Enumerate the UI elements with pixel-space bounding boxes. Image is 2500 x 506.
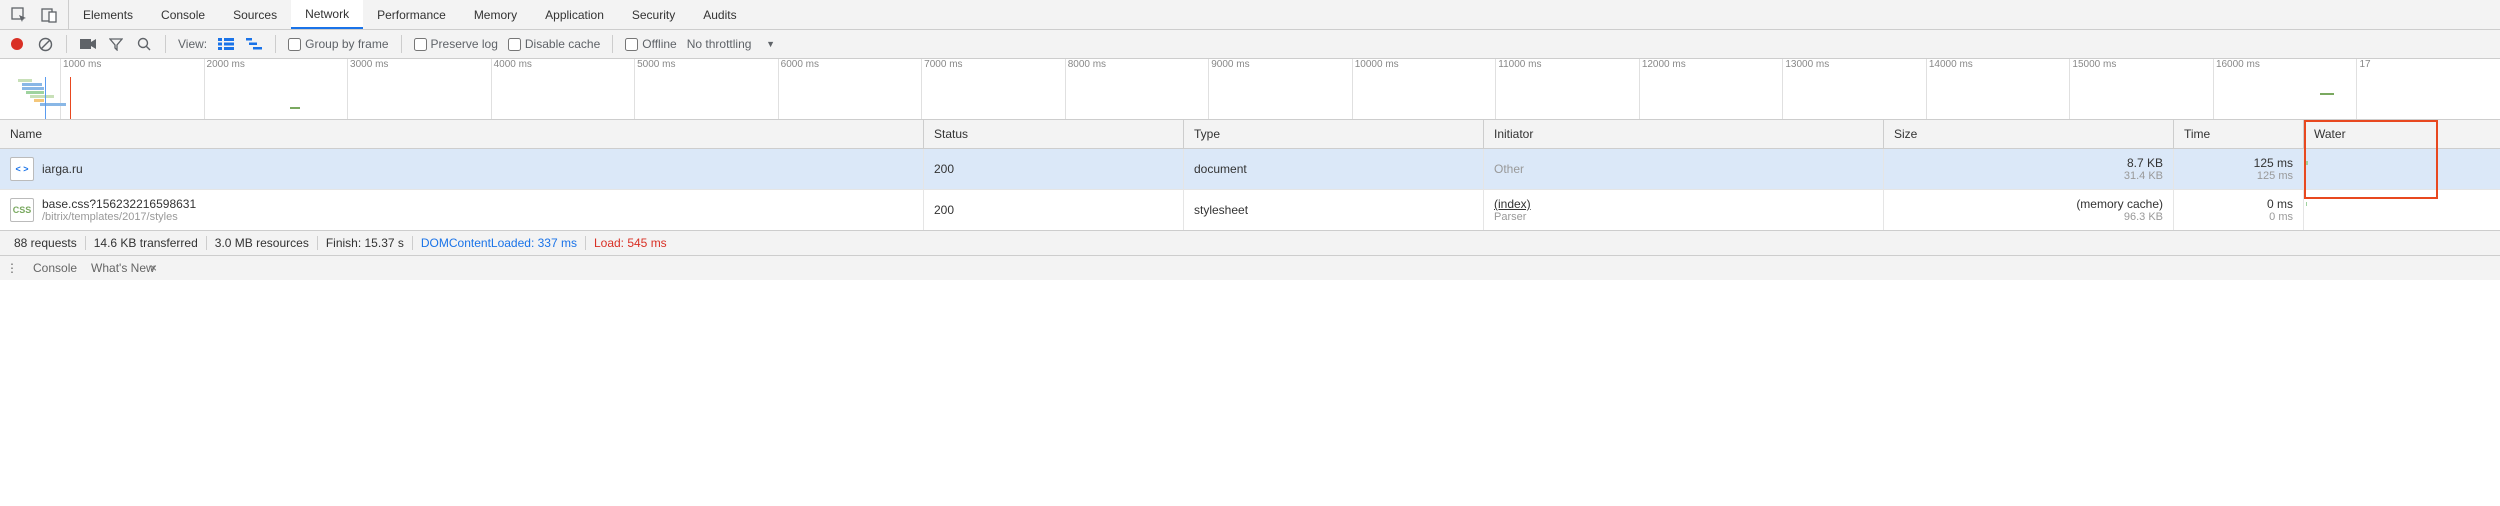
tab-elements[interactable]: Elements [69, 0, 147, 29]
offline-checkbox[interactable]: Offline [625, 37, 676, 51]
col-status[interactable]: Status [924, 120, 1184, 148]
overview-bars [0, 77, 2500, 119]
table-row[interactable]: < > iarga.ru 200document Other 8.7 KB31.4 KB… [0, 149, 2500, 190]
preserve-log-checkbox[interactable]: Preserve log [414, 37, 498, 51]
record-button[interactable] [8, 35, 26, 53]
cell-status: 200 [924, 190, 1184, 230]
disable-cache-checkbox[interactable]: Disable cache [508, 37, 600, 51]
drawer-tab-whatsnew[interactable]: What's New × [91, 261, 157, 275]
cell-time: 125 ms [2254, 156, 2293, 170]
col-time[interactable]: Time [2174, 120, 2304, 148]
css-file-icon: CSS [10, 198, 34, 222]
tab-network[interactable]: Network [291, 0, 363, 29]
drawer-tabstrip: ⋮ Console What's New × [0, 256, 2500, 280]
summary-finish: Finish: 15.37 s [318, 236, 413, 250]
large-rows-icon[interactable] [217, 35, 235, 53]
tab-memory[interactable]: Memory [460, 0, 531, 29]
inspect-element-icon[interactable] [10, 6, 28, 24]
filter-icon[interactable] [107, 35, 125, 53]
tab-sources[interactable]: Sources [219, 0, 291, 29]
network-toolbar: View: Group by frame Preserve log Disabl… [0, 30, 2500, 59]
cell-size-sub: 96.3 KB [2124, 211, 2163, 223]
inspect-controls [0, 0, 69, 29]
summary-load: Load: 545 ms [586, 236, 675, 250]
summary-domcontentloaded: DOMContentLoaded: 337 ms [413, 236, 586, 250]
cell-size-sub: 31.4 KB [2124, 170, 2163, 182]
tab-audits[interactable]: Audits [689, 0, 750, 29]
col-waterfall[interactable]: Water [2304, 120, 2500, 148]
cell-time-sub: 125 ms [2257, 170, 2293, 182]
network-table: Name Status Type Initiator Size Time Wat… [0, 120, 2500, 231]
request-path: /bitrix/templates/2017/styles [42, 211, 196, 223]
request-name: base.css?156232216598631 [42, 197, 196, 211]
devtools-tabstrip: Elements Console Sources Network Perform… [0, 0, 2500, 30]
col-size[interactable]: Size [1884, 120, 2174, 148]
network-overview[interactable]: 1000 ms2000 ms3000 ms4000 ms5000 ms6000 … [0, 59, 2500, 120]
tab-application[interactable]: Application [531, 0, 618, 29]
drawer-tab-console[interactable]: Console [33, 261, 77, 275]
cell-initiator-sub: Parser [1494, 211, 1531, 223]
col-type[interactable]: Type [1184, 120, 1484, 148]
waterfall-view-icon[interactable] [245, 35, 263, 53]
table-header: Name Status Type Initiator Size Time Wat… [0, 120, 2500, 149]
cell-status: 200 [924, 149, 1184, 189]
tab-performance[interactable]: Performance [363, 0, 460, 29]
tab-console[interactable]: Console [147, 0, 219, 29]
cell-waterfall [2304, 190, 2500, 230]
search-icon[interactable] [135, 35, 153, 53]
summary-transferred: 14.6 KB transferred [86, 236, 207, 250]
request-name: iarga.ru [42, 162, 83, 176]
table-row[interactable]: CSS base.css?156232216598631/bitrix/templ… [0, 190, 2500, 230]
cell-type: document [1184, 149, 1484, 189]
cell-size: 8.7 KB [2127, 156, 2163, 170]
tab-security[interactable]: Security [618, 0, 689, 29]
cell-initiator: (index) [1494, 197, 1531, 211]
close-icon[interactable]: × [150, 261, 157, 275]
col-initiator[interactable]: Initiator [1484, 120, 1884, 148]
summary-resources: 3.0 MB resources [207, 236, 318, 250]
cell-initiator: Other [1494, 162, 1524, 176]
cell-time: 0 ms [2267, 197, 2293, 211]
col-name[interactable]: Name [0, 120, 924, 148]
cell-size: (memory cache) [2076, 197, 2163, 211]
drawer-menu-icon[interactable]: ⋮ [6, 261, 19, 275]
cell-type: stylesheet [1184, 190, 1484, 230]
camera-icon[interactable] [79, 35, 97, 53]
document-file-icon: < > [10, 157, 34, 181]
network-summary: 88 requests 14.6 KB transferred 3.0 MB r… [0, 231, 2500, 256]
summary-requests: 88 requests [6, 236, 86, 250]
clear-icon[interactable] [36, 35, 54, 53]
cell-time-sub: 0 ms [2269, 211, 2293, 223]
throttling-select[interactable]: No throttling ▼ [687, 37, 775, 51]
group-by-frame-checkbox[interactable]: Group by frame [288, 37, 388, 51]
cell-waterfall [2304, 149, 2500, 189]
device-toolbar-icon[interactable] [40, 6, 58, 24]
view-label: View: [178, 37, 207, 51]
